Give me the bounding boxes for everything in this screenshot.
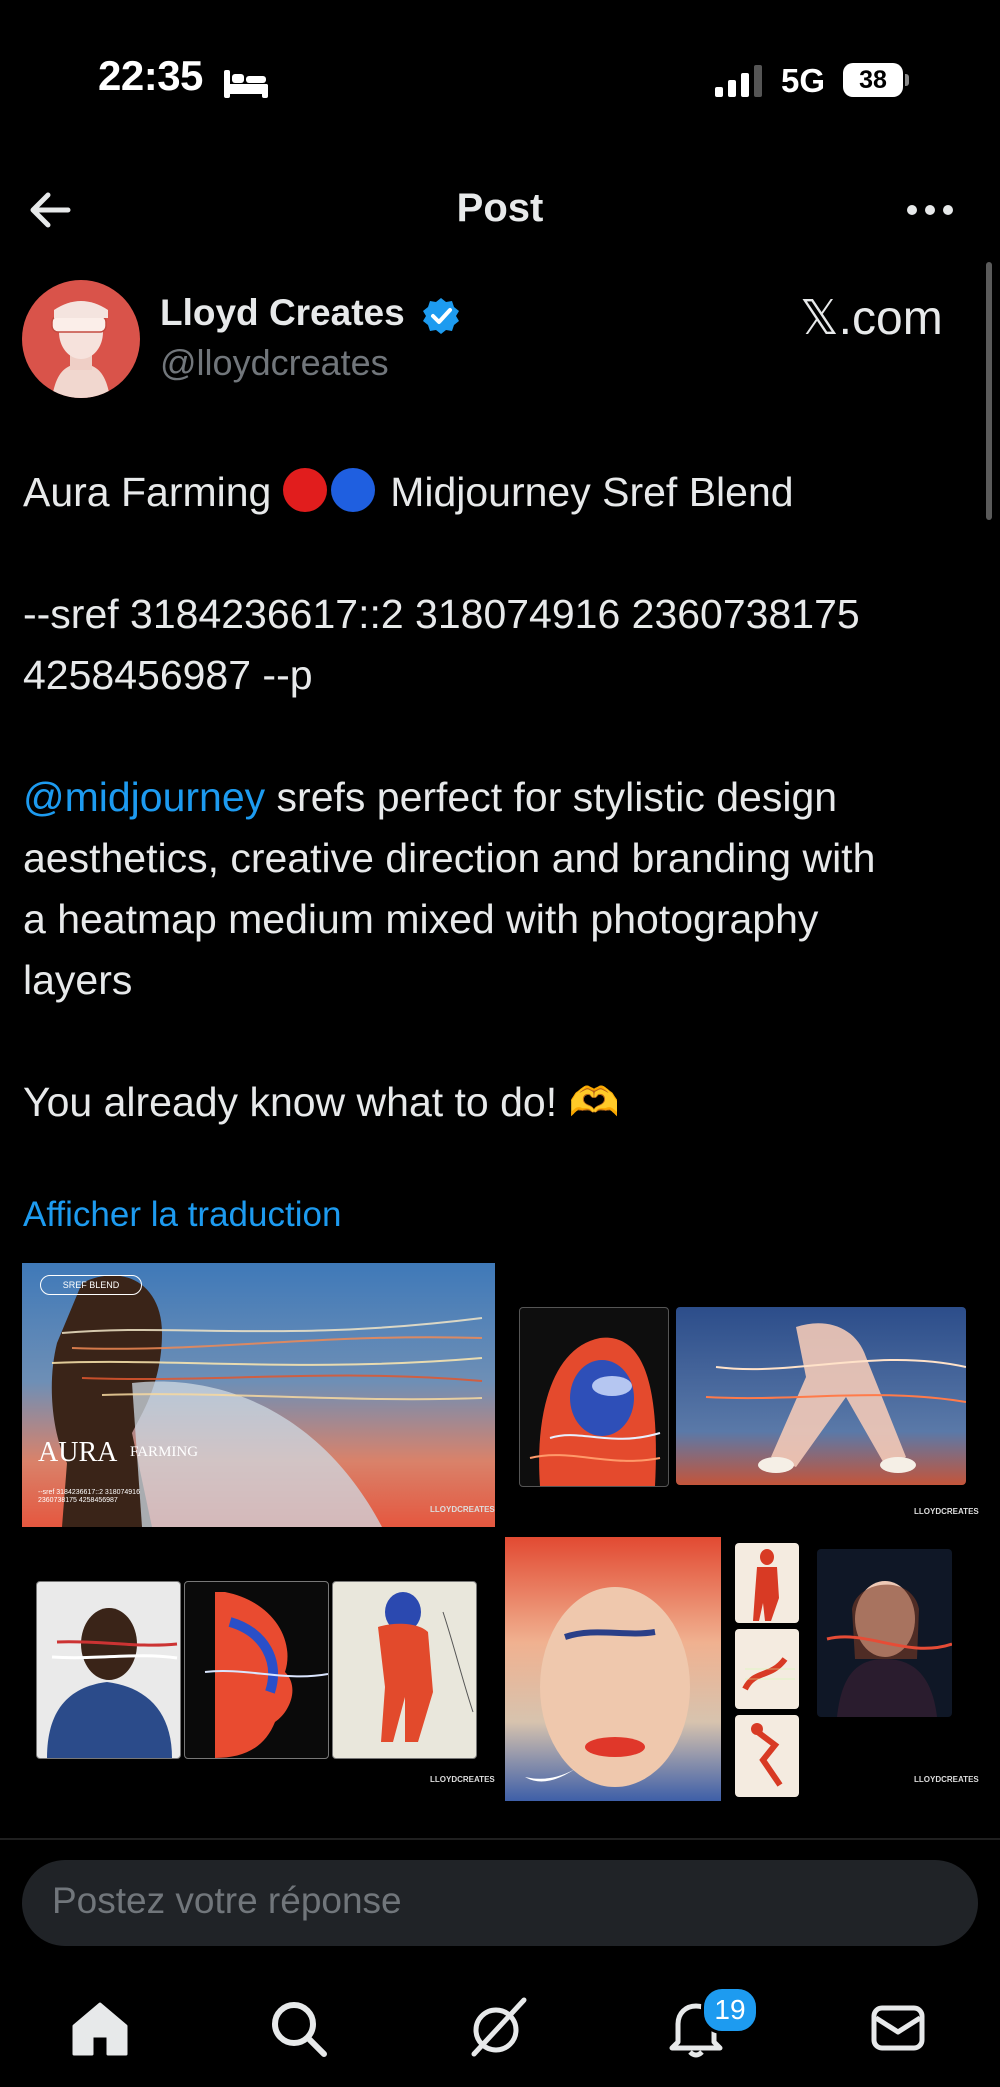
author-name[interactable]: Lloyd Creates: [160, 292, 405, 334]
man-portrait-image: [36, 1581, 181, 1759]
status-time: 22:35: [98, 52, 203, 99]
notifications-badge: 19: [701, 1986, 759, 2034]
post-title-text: Aura Farming: [23, 469, 272, 515]
avatar[interactable]: [22, 280, 140, 398]
running-figure-image: [676, 1307, 966, 1485]
network-label: 5G: [781, 62, 826, 99]
post-closing-line: You already know what to do! 🫶: [23, 1079, 620, 1125]
signature: LLOYDCREATES: [430, 1775, 495, 1784]
aura-subtitle: FARMING: [130, 1444, 199, 1460]
thumbnail-figure-1: [735, 1543, 799, 1623]
sleep-mode-icon: [224, 70, 268, 98]
author-handle[interactable]: @lloydcreates: [160, 342, 389, 384]
more-options-icon[interactable]: [906, 204, 954, 216]
signal-icon: [715, 65, 762, 97]
reply-divider: [0, 1838, 1000, 1840]
paragraph-text: srefs perfect for stylistic design: [265, 774, 838, 820]
translate-link[interactable]: Afficher la traduction: [23, 1195, 341, 1235]
red-circle-emoji: [282, 468, 327, 512]
post-paragraph-line-4: layers: [23, 957, 133, 1003]
face-profile-image: [184, 1581, 329, 1759]
post-line-title: Aura Farming Midjourney Sref Blend: [23, 462, 983, 523]
post-paragraph-line-3: a heatmap medium mixed with photography: [23, 896, 819, 942]
mention-link[interactable]: @midjourney: [23, 774, 265, 820]
nike-face-image: [505, 1537, 721, 1801]
x-watermark: 𝕏.com: [800, 292, 943, 345]
post-paragraph-line-2: aesthetics, creative direction and brand…: [23, 835, 876, 881]
hooded-portrait-image: [519, 1307, 669, 1487]
scrollbar[interactable]: [986, 262, 992, 520]
thumbnail-figure-2: [735, 1629, 799, 1709]
signature: LLOYDCREATES: [914, 1775, 979, 1784]
battery-level: 38: [859, 66, 887, 94]
signature: LLOYDCREATES: [430, 1505, 495, 1514]
woman-portrait-image: [817, 1549, 952, 1717]
page-title: Post: [456, 186, 544, 230]
post-title-suffix: Midjourney Sref Blend: [390, 469, 794, 515]
post-image[interactable]: SREF BLEND AURA FARMING --sref 318423661…: [22, 1263, 979, 1803]
reply-placeholder: Postez votre réponse: [52, 1880, 402, 1921]
battery-indicator: 38: [843, 63, 909, 97]
grok-icon[interactable]: [466, 1996, 530, 2060]
walking-figure-image: [332, 1581, 477, 1759]
messages-icon[interactable]: [866, 1996, 930, 2060]
home-icon[interactable]: [68, 1996, 132, 2060]
aura-farming-image: SREF BLEND AURA FARMING --sref 318423661…: [22, 1263, 495, 1527]
sref-line-1: --sref 3184236617::2 318074916 236073817…: [23, 591, 860, 637]
verified-badge-icon: [423, 298, 459, 334]
sref-line-2: 4258456987 --p: [23, 652, 313, 698]
aura-code-line-2: 2360738175 4258456987: [38, 1497, 118, 1504]
sref-blend-tag: SREF BLEND: [40, 1275, 142, 1295]
search-icon[interactable]: [266, 1996, 330, 2060]
blue-circle-emoji: [330, 468, 375, 512]
aura-title: AURA: [38, 1437, 118, 1468]
aura-code: --sref 3184236617::2 318074916 236073817…: [38, 1489, 140, 1505]
aura-code-line-1: --sref 3184236617::2 318074916: [38, 1489, 140, 1496]
thumbnail-figure-3: [735, 1715, 799, 1797]
post-paragraph-line-1: @midjourney srefs perfect for stylistic …: [23, 767, 983, 828]
signature: LLOYDCREATES: [914, 1507, 979, 1516]
